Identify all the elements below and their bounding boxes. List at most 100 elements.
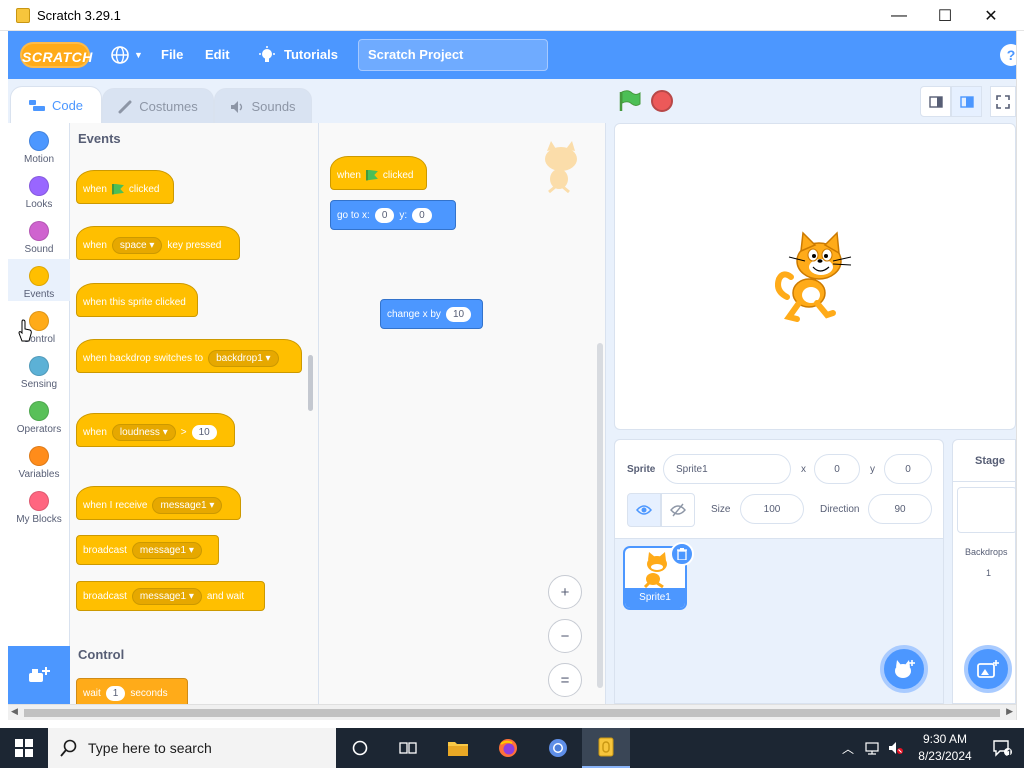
cortana-button[interactable] [336,728,384,768]
scratch-logo[interactable]: SCRATCH [20,42,92,68]
message-dropdown[interactable]: message1 ▾ [152,496,223,514]
sprite-label: Sprite [627,464,656,475]
folder-icon [448,742,468,756]
block-when-flag-clicked[interactable]: when clicked [76,170,174,204]
choose-sprite-button[interactable] [880,645,928,693]
category-dot [29,401,49,421]
scroll-left-icon[interactable]: ◀ [11,706,18,717]
sprite-thumbnail [643,552,667,588]
zoom-out-button[interactable]: − [548,619,582,653]
hide-sprite-button[interactable] [661,493,695,527]
chrome-button[interactable] [534,728,582,768]
large-stage-button[interactable] [951,86,982,117]
close-button[interactable]: ✕ [968,0,1014,31]
block-when-backdrop-switches[interactable]: when backdrop switches to backdrop1 ▾ [76,339,302,373]
green-flag-icon [111,183,124,195]
category-looks[interactable]: Looks [8,176,70,210]
category-sound[interactable]: Sound [8,221,70,255]
file-menu[interactable]: File [161,31,183,79]
loudness-value-field[interactable]: 10 [191,424,217,440]
fullscreen-button[interactable] [990,86,1016,117]
script-block-when-flag-clicked[interactable]: when clicked [330,156,427,190]
scroll-right-icon[interactable]: ▶ [1006,706,1013,717]
backdrop-dropdown[interactable]: backdrop1 ▾ [208,349,279,367]
goto-y-field[interactable]: 0 [412,207,432,223]
scrollbar-thumb[interactable] [24,709,1000,717]
show-sprite-button[interactable] [627,493,661,527]
tab-costumes[interactable]: Costumes [102,88,214,124]
minimize-button[interactable]: — [876,0,922,31]
script-block-change-x[interactable]: change x by 10 [380,299,483,329]
goto-x-field[interactable]: 0 [374,207,395,223]
file-explorer-button[interactable] [434,728,482,768]
zoom-reset-button[interactable]: = [548,663,582,697]
stop-button[interactable] [651,90,673,112]
tab-costumes-label: Costumes [139,99,198,114]
message-dropdown[interactable]: message1 ▾ [131,587,202,605]
category-motion[interactable]: Motion [8,131,70,165]
tab-code[interactable]: Code [10,86,102,124]
script-block-go-to-xy[interactable]: go to x: 0 y: 0 [330,200,456,230]
block-when-key-pressed[interactable]: when space ▾ key pressed [76,226,240,260]
y-position-input[interactable]: 0 [884,454,932,484]
block-when-sprite-clicked[interactable]: when this sprite clicked [76,283,198,317]
zoom-in-button[interactable]: + [548,575,582,609]
y-label: y [870,464,875,475]
firefox-button[interactable] [484,728,532,768]
block-text: when [83,239,107,251]
green-flag-icon [365,169,378,181]
small-stage-button[interactable] [920,86,951,117]
tab-sounds[interactable]: Sounds [214,88,312,124]
key-dropdown[interactable]: space ▾ [111,236,163,254]
tray-chevron-up-icon[interactable]: ︿ [836,728,860,768]
message-dropdown[interactable]: message1 ▾ [131,541,202,559]
x-position-input[interactable]: 0 [814,454,860,484]
category-dot [29,131,49,151]
size-input[interactable]: 100 [740,494,804,524]
sensor-dropdown[interactable]: loudness ▾ [111,423,176,441]
language-menu[interactable]: ▼ [110,44,144,66]
change-x-field[interactable]: 10 [445,306,472,322]
category-sensing[interactable]: Sensing [8,356,70,390]
code-icon [28,99,45,111]
cat-sprite[interactable] [775,231,861,323]
horizontal-scrollbar[interactable]: ◀ ▶ [8,704,1016,720]
windows-logo-icon [15,739,33,757]
category-operators[interactable]: Operators [8,401,70,435]
script-scrollbar[interactable] [597,343,603,688]
add-extension-button[interactable] [8,646,70,704]
wait-value-field[interactable]: 1 [105,685,126,701]
edit-menu[interactable]: Edit [205,31,230,79]
block-text: when [83,426,107,438]
block-text: go to x: [337,209,370,221]
category-variables[interactable]: Variables [8,446,70,480]
lightbulb-icon [259,46,275,62]
start-button[interactable] [0,728,48,768]
delete-sprite-button[interactable] [670,542,694,566]
category-events[interactable]: Events [8,259,70,301]
block-when-i-receive[interactable]: when I receive message1 ▾ [76,486,241,520]
block-broadcast[interactable]: broadcast message1 ▾ [76,535,219,565]
green-flag-button[interactable] [618,90,642,112]
stage[interactable] [614,123,1016,430]
volume-button[interactable] [884,728,908,768]
block-wait-seconds[interactable]: wait 1 seconds [76,678,188,704]
tutorials-menu[interactable]: Tutorials [258,31,338,79]
palette-scrollbar[interactable] [308,355,313,411]
scratch-taskbar-button[interactable] [582,728,630,768]
choose-backdrop-button[interactable] [964,645,1012,693]
sprite-name-input[interactable]: Sprite1 [663,454,791,484]
action-center-button[interactable]: 1 [980,728,1024,768]
direction-input[interactable]: 90 [868,494,932,524]
block-broadcast-and-wait[interactable]: broadcast message1 ▾ and wait [76,581,265,611]
taskbar-search-box[interactable]: Type here to search [48,728,336,768]
task-view-button[interactable] [384,728,432,768]
taskbar-clock[interactable]: 9:30 AM 8/23/2024 [910,731,980,765]
network-button[interactable] [860,728,884,768]
category-my-blocks[interactable]: My Blocks [8,491,70,525]
dropdown-value: message1 [139,590,187,602]
maximize-button[interactable]: ☐ [922,0,968,31]
block-when-loudness[interactable]: when loudness ▾ > 10 [76,413,235,447]
size-label: Size [711,504,731,515]
project-title-input[interactable]: Scratch Project [358,39,548,71]
